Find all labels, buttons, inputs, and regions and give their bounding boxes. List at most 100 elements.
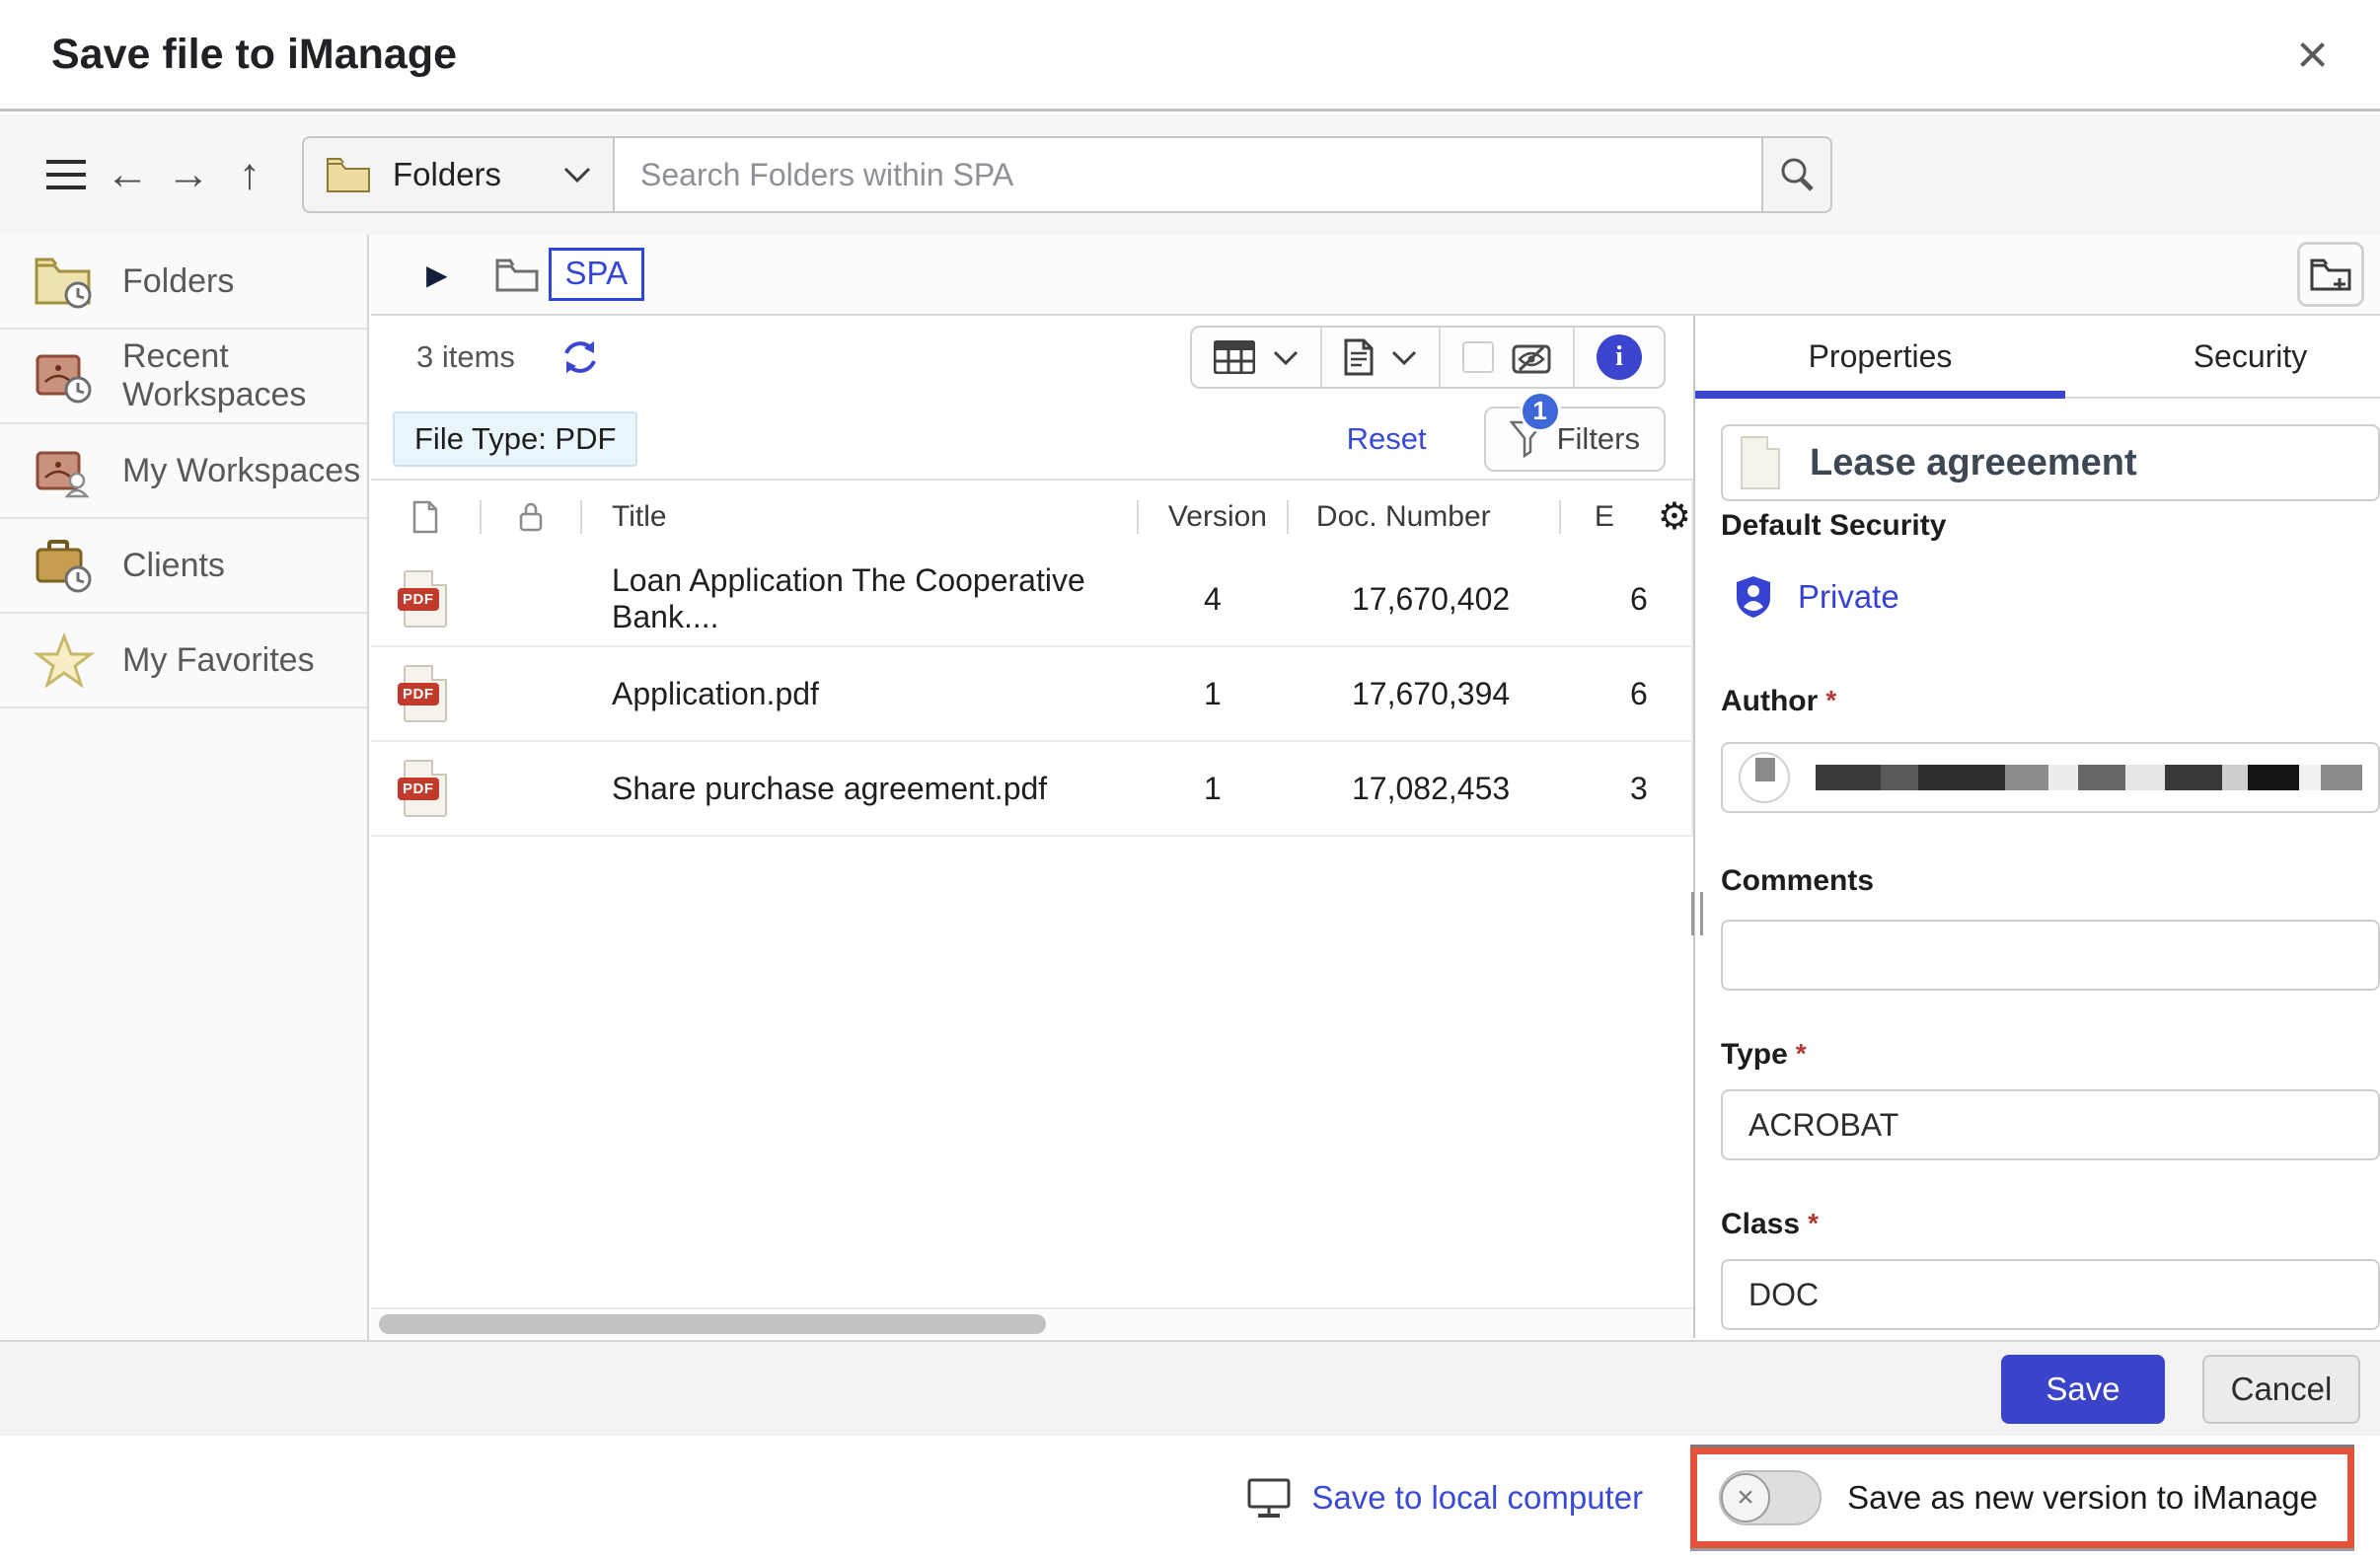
view-options: i: [1190, 326, 1666, 389]
back-button[interactable]: ←: [97, 144, 158, 205]
folder-recent-icon: [34, 254, 95, 309]
file-title: Loan Application The Cooperative Bank...…: [582, 562, 1172, 635]
hide-preview-icon[interactable]: [1512, 340, 1551, 374]
toggle-off-knob: ×: [1721, 1473, 1770, 1522]
items-count: 3 items: [416, 339, 515, 375]
document-name-field[interactable]: Lease agreeement: [1721, 424, 2380, 501]
table-row[interactable]: PDF Loan Application The Cooperative Ban…: [371, 553, 1691, 647]
class-field[interactable]: DOC: [1721, 1259, 2380, 1330]
horizontal-scrollbar-thumb[interactable]: [379, 1314, 1046, 1334]
search-input[interactable]: [613, 136, 1761, 213]
file-table: Title Version Doc. Number E ⚙ PDF: [371, 481, 1693, 837]
sidebar-item-my-favorites[interactable]: My Favorites: [0, 614, 367, 708]
save-new-version-toggle[interactable]: ×: [1719, 1470, 1822, 1525]
file-version: 4: [1174, 581, 1322, 618]
sidebar-item-label: My Workspaces: [122, 452, 360, 490]
type-label: Type*: [1721, 1038, 2380, 1072]
sidebar-item-folders[interactable]: Folders: [0, 235, 367, 330]
file-type-column-icon[interactable]: [371, 500, 480, 534]
class-value: DOC: [1748, 1277, 1819, 1313]
type-field[interactable]: ACROBAT: [1721, 1089, 2380, 1160]
file-doc-number: 17,082,453: [1324, 771, 1595, 807]
file-edit-value: 3: [1597, 771, 1691, 807]
file-title: Share purchase agreement.pdf: [582, 771, 1172, 807]
content-area: ▶ SPA 3 items: [371, 235, 2380, 1340]
tab-security[interactable]: Security: [2065, 316, 2380, 397]
author-field[interactable]: [1721, 742, 2380, 813]
column-settings-gear-icon[interactable]: ⚙: [1658, 494, 1691, 539]
column-header-version[interactable]: Version: [1139, 500, 1287, 534]
author-avatar: [1739, 752, 1790, 803]
search-icon: [1778, 156, 1816, 193]
search-button[interactable]: [1761, 136, 1832, 213]
filters-button[interactable]: 1 Filters: [1484, 407, 1666, 472]
horizontal-scrollbar: [371, 1307, 1693, 1338]
select-all-checkbox[interactable]: [1462, 341, 1494, 373]
expand-caret-icon[interactable]: ▶: [426, 259, 448, 291]
table-row[interactable]: PDF Application.pdf 1 17,670,394 6: [371, 647, 1691, 742]
workspace-recent-icon: [34, 348, 95, 404]
chevron-down-icon: [1391, 350, 1417, 365]
close-icon[interactable]: ×: [2296, 27, 2329, 82]
required-asterisk: *: [1825, 685, 1836, 715]
pdf-file-icon: PDF: [371, 760, 480, 817]
column-header-doc-number[interactable]: Doc. Number: [1289, 500, 1559, 534]
menu-icon[interactable]: [36, 144, 97, 205]
dialog-header: Save file to iManage ×: [0, 0, 2380, 111]
filters-label: Filters: [1557, 421, 1640, 457]
lock-column-icon[interactable]: [482, 501, 580, 533]
shield-person-icon: [1735, 574, 1772, 620]
sidebar-item-clients[interactable]: Clients: [0, 519, 367, 614]
filter-chip[interactable]: File Type: PDF: [393, 411, 637, 467]
security-value-label: Private: [1798, 578, 1899, 616]
panel-resize-handle[interactable]: [1691, 892, 1703, 935]
pdf-file-icon: PDF: [371, 665, 480, 722]
info-icon: i: [1597, 334, 1642, 380]
document-name: Lease agreeement: [1810, 442, 2137, 484]
star-icon: [34, 632, 95, 688]
sidebar-item-recent-workspaces[interactable]: Recent Workspaces: [0, 330, 367, 424]
author-label: Author*: [1721, 685, 2380, 718]
filters-count-badge: 1: [1520, 391, 1561, 432]
document-icon: [1344, 338, 1374, 376]
folder-icon: [326, 156, 371, 193]
table-header: Title Version Doc. Number E ⚙: [371, 481, 1691, 553]
table-row[interactable]: PDF Share purchase agreement.pdf 1 17,08…: [371, 742, 1691, 837]
pdf-file-icon: PDF: [371, 570, 480, 628]
new-folder-button[interactable]: [2297, 242, 2364, 307]
save-button[interactable]: Save: [2001, 1355, 2165, 1424]
table-view-button[interactable]: [1192, 328, 1320, 387]
sidebar-item-label: Folders: [122, 262, 234, 301]
info-button[interactable]: i: [1573, 328, 1664, 387]
chevron-down-icon: [563, 167, 591, 183]
sidebar-item-my-workspaces[interactable]: My Workspaces: [0, 424, 367, 519]
document-view-button[interactable]: [1320, 328, 1439, 387]
breadcrumb-folder-icon: [495, 257, 539, 292]
save-to-local-link[interactable]: Save to local computer: [1246, 1477, 1643, 1519]
dialog-title: Save file to iManage: [51, 31, 457, 79]
breadcrumb-folder-link[interactable]: SPA: [549, 248, 645, 301]
list-toolbar: 3 items: [371, 316, 1693, 399]
comments-label: Comments: [1721, 864, 2380, 898]
forward-button[interactable]: →: [158, 144, 219, 205]
cancel-button[interactable]: Cancel: [2202, 1355, 2360, 1424]
comments-field[interactable]: [1721, 920, 2380, 991]
sidebar: Folders Recent Workspaces My Workspaces …: [0, 235, 369, 1340]
class-label: Class*: [1721, 1208, 2380, 1241]
refresh-button[interactable]: [557, 334, 604, 381]
tab-properties[interactable]: Properties: [1695, 316, 2065, 397]
up-button[interactable]: ↑: [219, 144, 280, 205]
location-dropdown[interactable]: Folders: [302, 136, 613, 213]
column-header-edit[interactable]: E: [1561, 500, 1656, 534]
new-folder-icon: [2310, 257, 2351, 292]
file-edit-value: 6: [1597, 676, 1691, 712]
required-asterisk: *: [1808, 1208, 1819, 1238]
file-list-pane: 3 items: [371, 316, 1695, 1338]
default-security-value[interactable]: Private: [1735, 574, 2380, 620]
default-security-label: Default Security: [1721, 509, 2380, 543]
file-doc-number: 17,670,394: [1324, 676, 1595, 712]
forward-arrow-icon: →: [167, 153, 210, 196]
reset-filters-link[interactable]: Reset: [1347, 421, 1427, 457]
document-icon: [1741, 436, 1780, 489]
column-header-title[interactable]: Title: [582, 500, 1137, 534]
